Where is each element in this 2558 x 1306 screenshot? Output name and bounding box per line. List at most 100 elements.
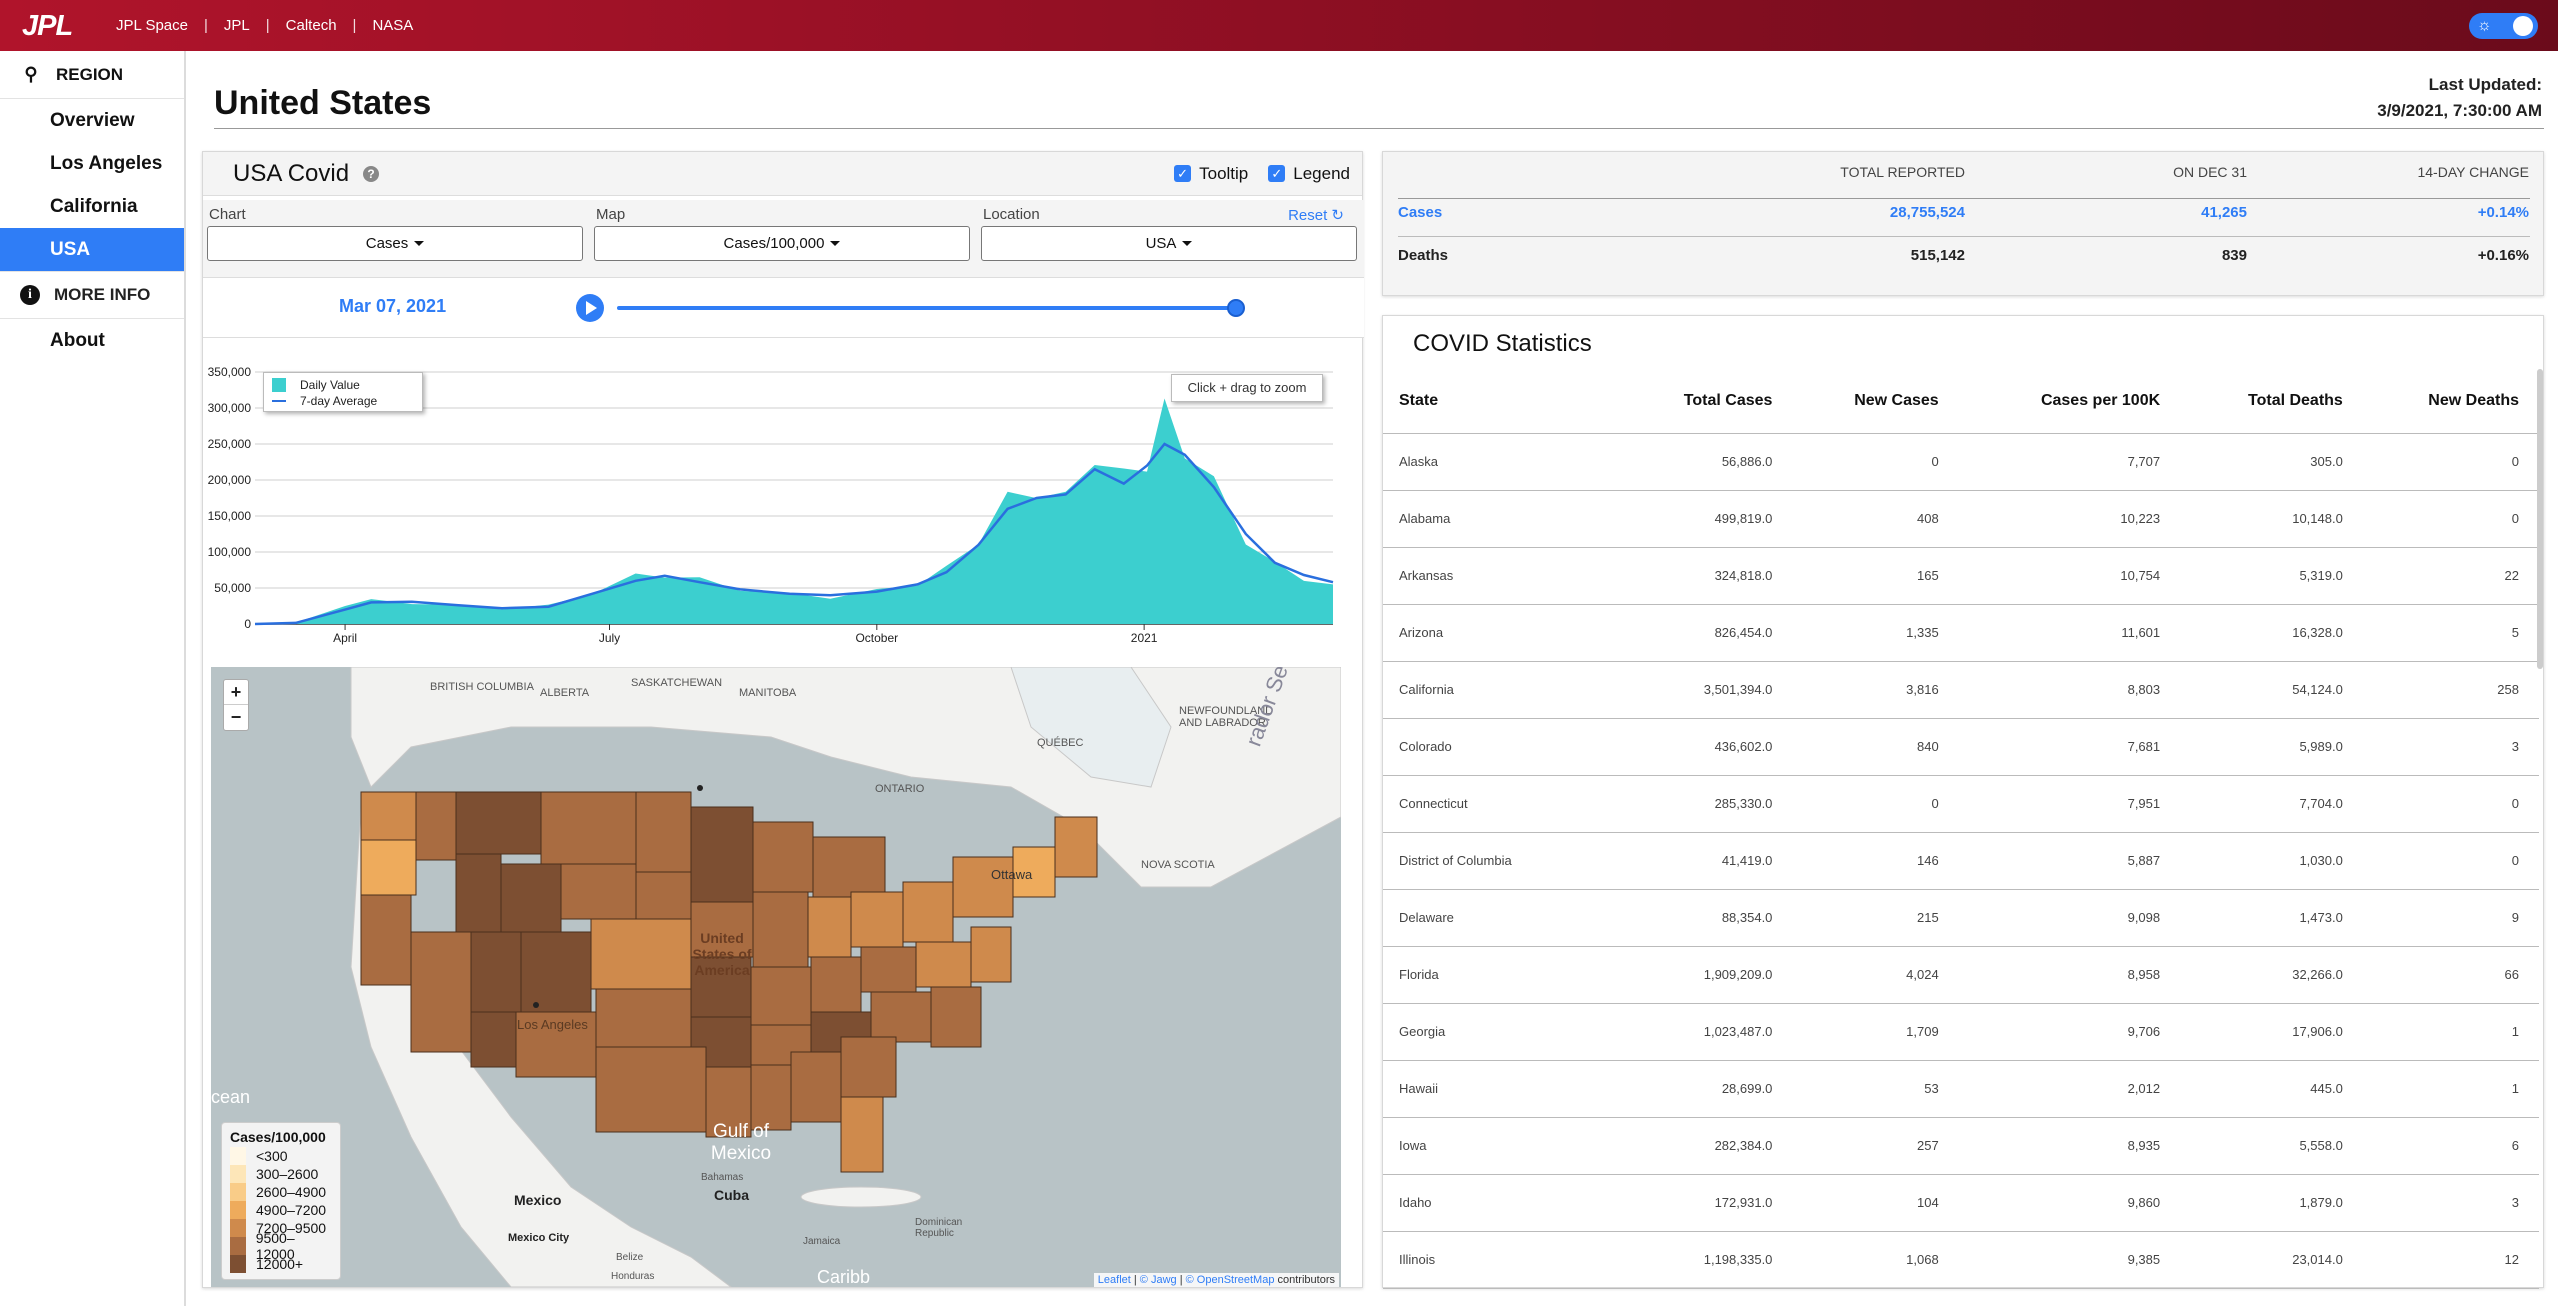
date-slider-row: Mar 07, 2021	[203, 278, 1364, 338]
help-icon[interactable]: ?	[363, 165, 380, 182]
table-cell: 2,012	[1958, 1060, 2181, 1118]
table-row[interactable]: Connecticut 285,330.0 0 7,951 7,704.0 0	[1383, 775, 2539, 833]
jpl-logo[interactable]: JPL	[22, 11, 94, 41]
cases-chart[interactable]: 0 50,000 100,000 150,000 200,000 250,000 300,0…	[203, 362, 1364, 647]
state-shape	[810, 956, 862, 1013]
location-select[interactable]: USA	[981, 226, 1357, 261]
sidebar-item-california[interactable]: California	[0, 185, 184, 228]
table-cell: 7,951	[1958, 775, 2181, 833]
play-button[interactable]	[576, 294, 604, 322]
date-slider-thumb[interactable]	[1227, 299, 1245, 317]
chart-select[interactable]: Cases	[207, 226, 583, 261]
controls-row: Chart Cases Map Cases/100,000 Location U…	[203, 200, 1364, 278]
table-cell: 10,754	[1958, 547, 2181, 605]
region-icon: ⚲	[24, 63, 38, 84]
state-shape	[790, 1051, 842, 1123]
table-row[interactable]: Hawaii 28,699.0 53 2,012 445.0 1	[1383, 1060, 2539, 1118]
link-jpl[interactable]: JPL	[224, 17, 250, 34]
jawg-link[interactable]: © Jawg	[1140, 1274, 1177, 1286]
table-row[interactable]: Arkansas 324,818.0 165 10,754 5,319.0 22	[1383, 547, 2539, 605]
table-cell: 826,454.0	[1619, 604, 1793, 662]
table-cell: 172,931.0	[1619, 1174, 1793, 1232]
ottawa-dot	[697, 785, 703, 791]
table-row[interactable]: Illinois 1,198,335.0 1,068 9,385 23,014.0 12	[1383, 1231, 2539, 1289]
table-cell: 215	[1792, 889, 1959, 947]
table-row[interactable]: Alabama 499,819.0 408 10,223 10,148.0 0	[1383, 490, 2539, 548]
table-cell: 104	[1792, 1174, 1959, 1232]
map-label-bahamas: Bahamas	[701, 1172, 744, 1183]
state-shape	[840, 1036, 897, 1098]
map-select-value: Cases/100,000	[723, 235, 825, 252]
table-cell: 7,681	[1958, 718, 2181, 776]
sidebar-item-about[interactable]: About	[0, 319, 184, 362]
info-icon: i	[20, 285, 40, 305]
state-shape	[520, 931, 592, 1013]
sidebar-item-overview[interactable]: Overview	[0, 99, 184, 142]
leaflet-link[interactable]: Leaflet	[1098, 1274, 1131, 1286]
checkbox-icon: ✓	[1174, 165, 1192, 182]
column-header[interactable]: New Deaths	[2362, 369, 2539, 434]
summary-cases-label[interactable]: Cases	[1398, 204, 1442, 221]
sidebar-item-los-angeles[interactable]: Los Angeles	[0, 142, 184, 185]
table-cell: 5,887	[1958, 832, 2181, 890]
state-shape	[870, 991, 932, 1043]
refresh-icon: ↻	[1331, 207, 1344, 224]
link-caltech[interactable]: Caltech	[286, 17, 337, 34]
column-header[interactable]: Cases per 100K	[1958, 369, 2181, 434]
region-label: REGION	[56, 64, 124, 84]
date-slider-track[interactable]	[617, 306, 1237, 310]
covid-statistics-panel: COVID Statistics State Total Cases New Cas…	[1382, 315, 2544, 1289]
table-cell: 499,819.0	[1619, 490, 1793, 548]
scrollbar[interactable]	[2537, 369, 2543, 669]
state-shape	[470, 1011, 517, 1068]
column-header[interactable]: State	[1383, 369, 1620, 434]
stats-title: COVID Statistics	[1413, 330, 1592, 357]
table-cell: 7,707	[1958, 433, 2181, 491]
table-row[interactable]: Colorado 436,602.0 840 7,681 5,989.0 3	[1383, 718, 2539, 776]
map-select[interactable]: Cases/100,000	[594, 226, 970, 261]
zoom-in-button[interactable]: +	[224, 680, 248, 705]
link-nasa[interactable]: NASA	[372, 17, 413, 34]
tooltip-checkbox[interactable]: ✓ Tooltip	[1174, 164, 1248, 184]
y-tick-label: 50,000	[214, 581, 251, 595]
legend-checkbox[interactable]: ✓ Legend	[1268, 164, 1350, 184]
separator: |	[204, 17, 208, 34]
summary-deaths-dec31: 839	[2221, 247, 2247, 264]
table-row[interactable]: Arizona 826,454.0 1,335 11,601 16,328.0 5	[1383, 604, 2539, 662]
map-label-los-angeles: Los Angeles	[517, 1017, 588, 1032]
table-row[interactable]: Georgia 1,023,487.0 1,709 9,706 17,906.0 1	[1383, 1003, 2539, 1061]
state-shape	[590, 918, 692, 990]
sidebar-item-usa[interactable]: USA	[0, 228, 184, 271]
zoom-out-button[interactable]: −	[224, 705, 248, 730]
table-cell: Hawaii	[1383, 1060, 1620, 1118]
legend-label: Legend	[1293, 163, 1350, 183]
osm-link[interactable]: © OpenStreetMap	[1186, 1274, 1275, 1286]
summary-cases-total: 28,755,524	[1889, 204, 1965, 221]
table-cell: 0	[1792, 775, 1959, 833]
column-header[interactable]: Total Deaths	[2180, 369, 2363, 434]
table-row[interactable]: District of Columbia 41,419.0 146 5,887 1,03…	[1383, 832, 2539, 890]
column-header[interactable]: New Cases	[1792, 369, 1959, 434]
table-row[interactable]: Alaska 56,886.0 0 7,707 305.0 0	[1383, 433, 2539, 491]
table-row[interactable]: Delaware 88,354.0 215 9,098 1,473.0 9	[1383, 889, 2539, 947]
state-shape	[1054, 816, 1098, 878]
table-row[interactable]: Idaho 172,931.0 104 9,860 1,879.0 3	[1383, 1174, 2539, 1232]
state-shape	[635, 791, 692, 873]
choropleth-map[interactable]: + − Cases/100,000 <300 300–2600 2600–4900 4…	[211, 667, 1341, 1287]
summary-deaths-label[interactable]: Deaths	[1398, 247, 1448, 264]
table-row[interactable]: Florida 1,909,209.0 4,024 8,958 32,266.0 66	[1383, 946, 2539, 1004]
map-label-gulf: Gulf of Mexico	[710, 1121, 772, 1164]
table-row[interactable]: Iowa 282,384.0 257 8,935 5,558.0 6	[1383, 1117, 2539, 1175]
map-label-quebec: QUÉBEC	[1037, 737, 1084, 749]
table-cell: 1,335	[1792, 604, 1959, 662]
reset-button[interactable]: Reset ↻	[1288, 206, 1344, 224]
summary-panel: TOTAL REPORTED ON DEC 31 14-DAY CHANGE C…	[1382, 151, 2544, 296]
table-row[interactable]: California 3,501,394.0 3,816 8,803 54,124.0 2…	[1383, 661, 2539, 719]
column-header[interactable]: Total Cases	[1619, 369, 1793, 434]
link-jpl-space[interactable]: JPL Space	[116, 17, 188, 34]
map-label-usa: United States of America	[692, 930, 752, 978]
map-label-belize: Belize	[616, 1252, 644, 1263]
theme-toggle[interactable]: ☼	[2469, 13, 2538, 39]
table-cell: Arkansas	[1383, 547, 1620, 605]
table-cell: 1,023,487.0	[1619, 1003, 1793, 1061]
